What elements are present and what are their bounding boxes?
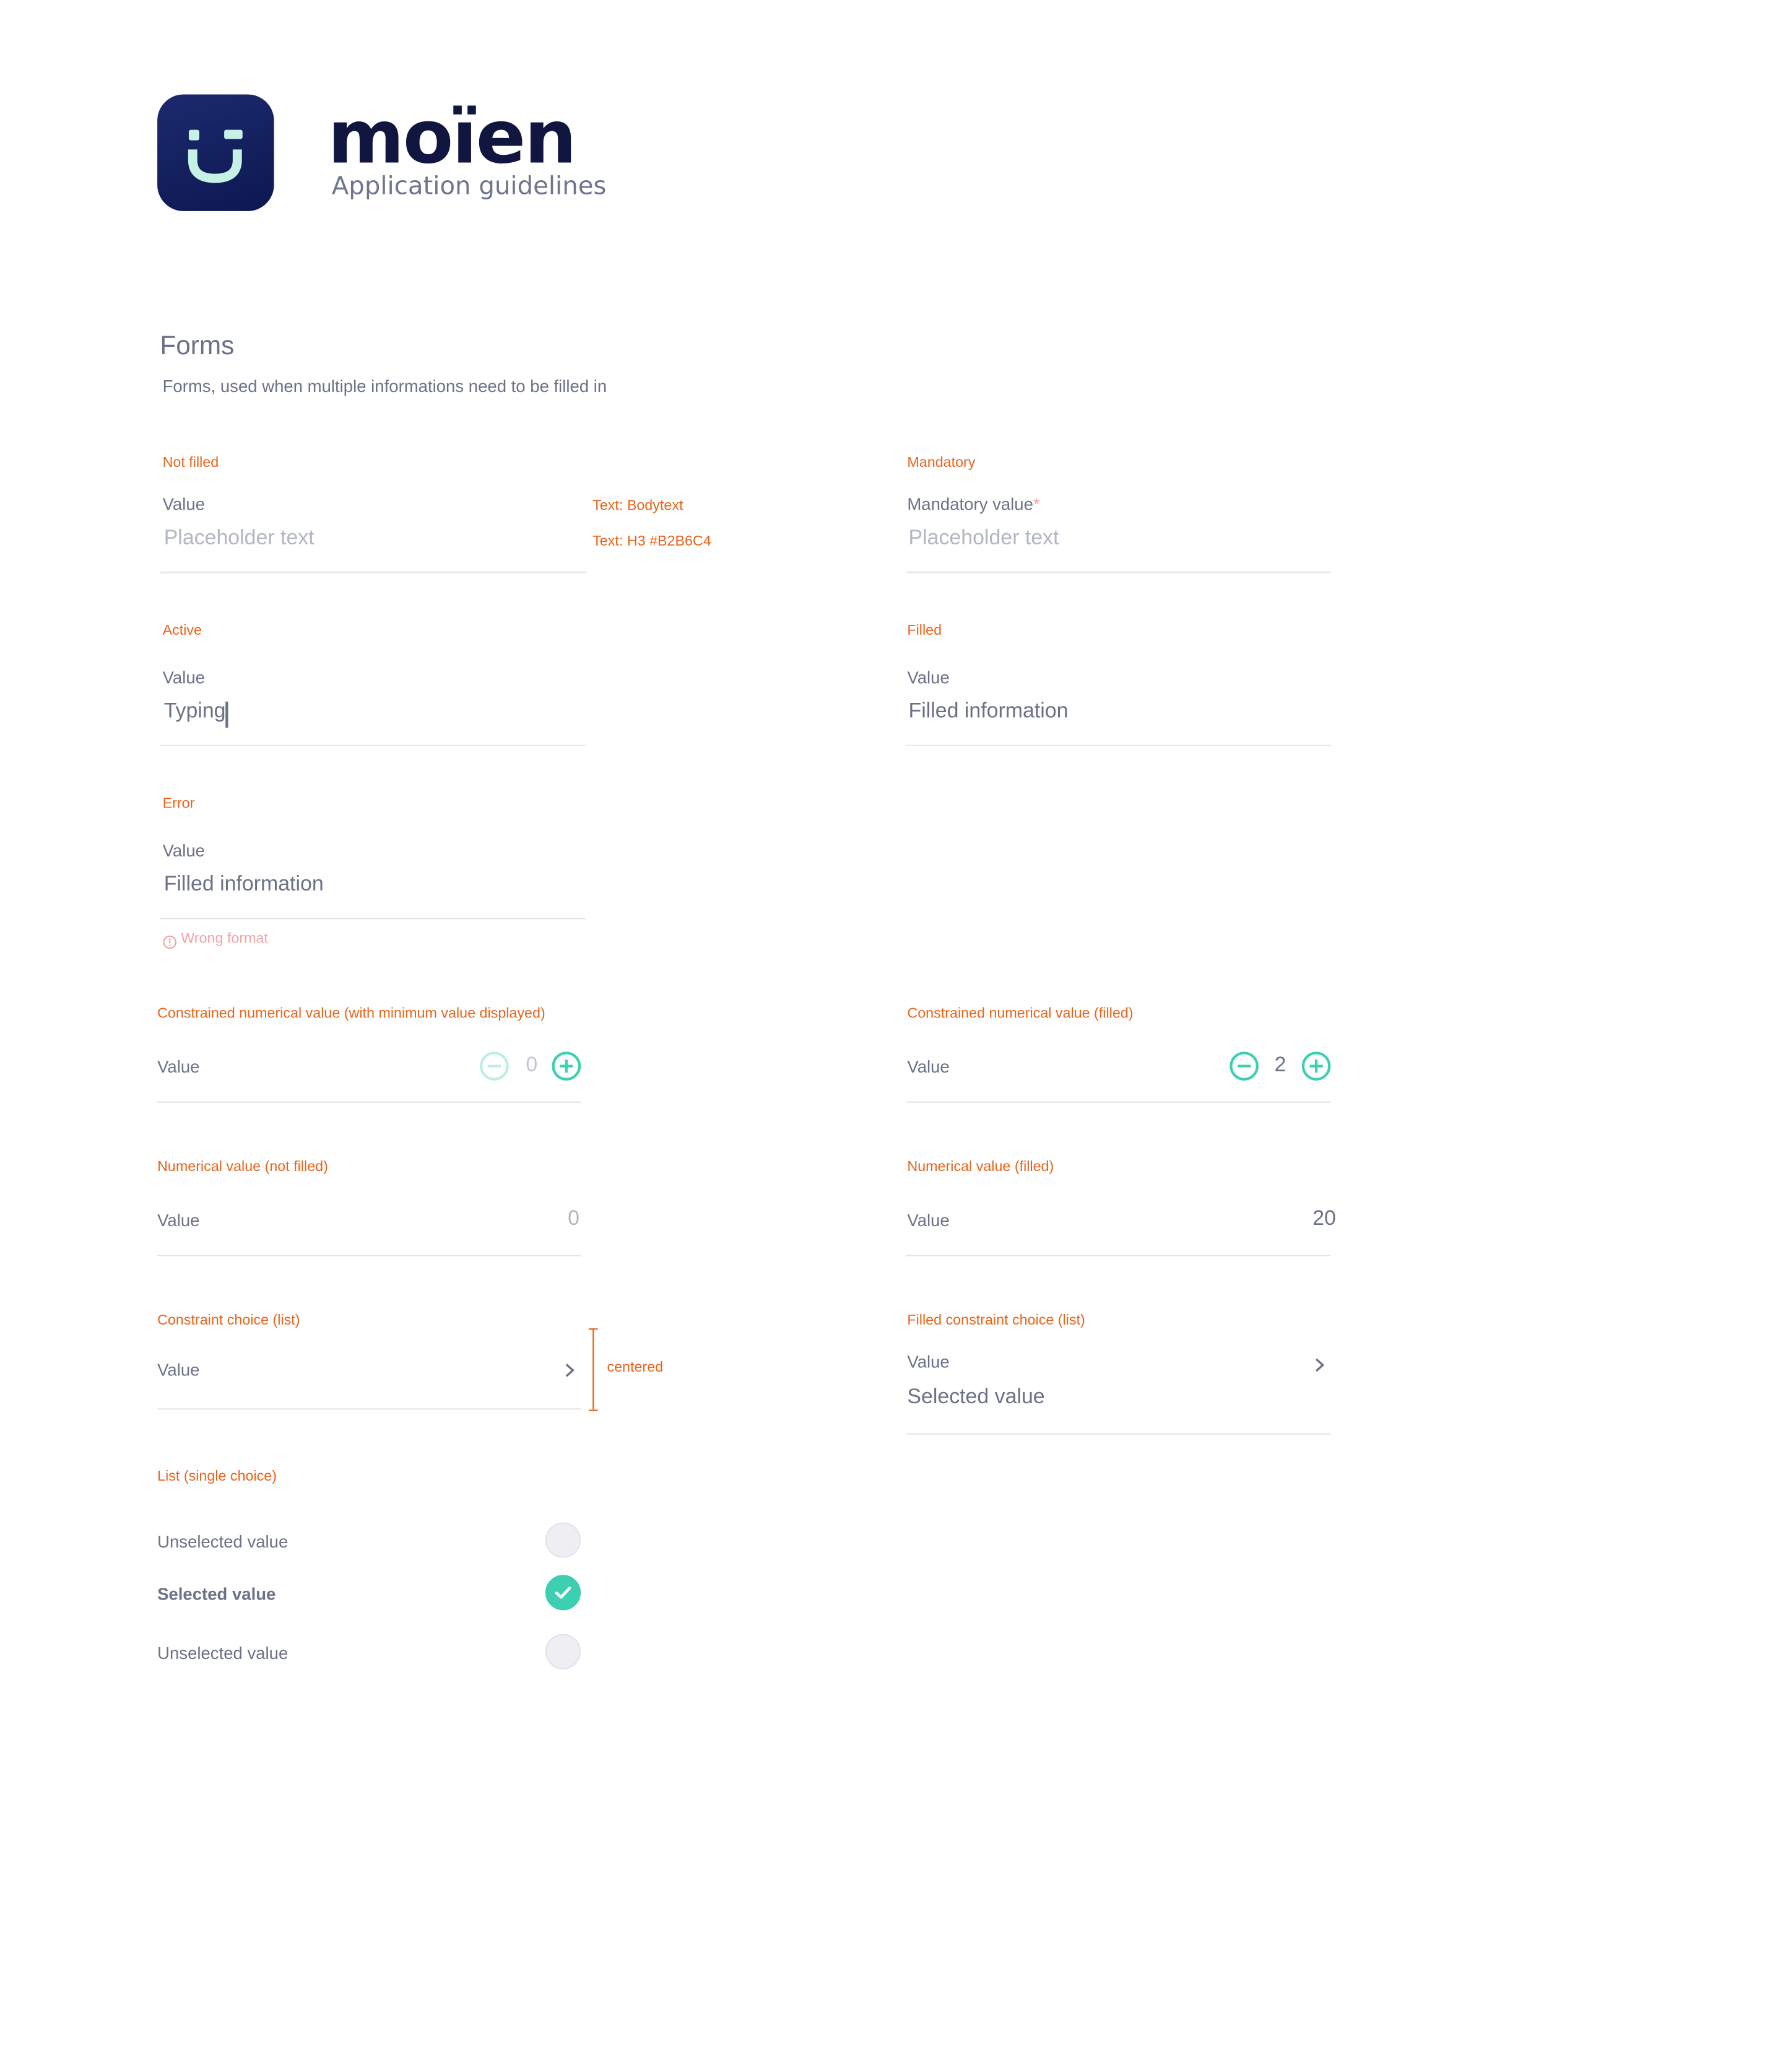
input-underline xyxy=(906,1101,1331,1103)
section-title: Forms xyxy=(160,331,235,361)
brand-subtitle: Application guidelines xyxy=(331,172,607,201)
list-item-label-selected[interactable]: Selected value xyxy=(157,1584,275,1604)
field-label: Value xyxy=(157,1210,200,1230)
centered-bracket-bottom xyxy=(588,1409,598,1411)
choice-label[interactable]: Value xyxy=(157,1360,199,1380)
info-circle-icon xyxy=(163,933,177,949)
input-underline xyxy=(157,1101,581,1103)
input-underline xyxy=(906,1255,1331,1256)
input-underline xyxy=(157,1408,581,1410)
field-label: Value xyxy=(162,840,205,861)
smiley-app-icon xyxy=(157,94,274,211)
field-label: Value xyxy=(907,1056,950,1077)
field-label: Value xyxy=(157,1056,200,1077)
stepper-value: 0 xyxy=(526,1054,538,1077)
input-underline xyxy=(157,1255,581,1256)
numeric-input-value[interactable]: 0 xyxy=(527,1208,579,1231)
list-item-label[interactable]: Unselected value xyxy=(157,1531,288,1551)
note-constraint-choice: Constraint choice (list) xyxy=(157,1312,300,1329)
centered-bracket xyxy=(592,1328,594,1411)
increment-button[interactable] xyxy=(1301,1051,1331,1081)
choice-label: Value xyxy=(907,1352,950,1372)
mandatory-asterisk: * xyxy=(1033,494,1040,515)
chevron-right-icon[interactable] xyxy=(564,1361,576,1385)
error-input-value[interactable]: Filled information xyxy=(164,873,324,897)
note-stepper-filled: Constrained numerical value (filled) xyxy=(907,1006,1134,1022)
list-item-label[interactable]: Unselected value xyxy=(157,1643,288,1663)
field-label: Value xyxy=(162,494,205,515)
field-label: Value xyxy=(162,667,205,687)
radio-selected[interactable] xyxy=(545,1575,581,1611)
state-note-mandatory: Mandatory xyxy=(907,455,976,471)
annotation-centered: centered xyxy=(607,1359,664,1376)
mandatory-label-text: Mandatory value xyxy=(907,494,1033,515)
note-numeric-filled: Numerical value (filled) xyxy=(907,1159,1054,1175)
guidelines-page: moïen Application guidelines Forms Forms… xyxy=(0,0,1783,2072)
chevron-right-icon[interactable] xyxy=(1314,1356,1325,1380)
annotation-bodytext: Text: Bodytext xyxy=(592,498,683,515)
filled-input-value[interactable]: Filled information xyxy=(908,700,1068,724)
note-stepper-min: Constrained numerical value (with minimu… xyxy=(157,1006,545,1022)
note-filled-choice: Filled constraint choice (list) xyxy=(907,1312,1085,1329)
note-list-single: List (single choice) xyxy=(157,1468,277,1485)
input-underline xyxy=(160,572,586,573)
radio-unselected[interactable] xyxy=(545,1634,581,1669)
numeric-input-value[interactable]: 20 xyxy=(1283,1208,1336,1231)
field-label-mandatory: Mandatory value* xyxy=(907,494,1039,514)
check-icon xyxy=(555,1587,571,1599)
mandatory-input-placeholder[interactable]: Placeholder text xyxy=(908,527,1059,551)
input-underline xyxy=(906,1433,1331,1435)
annotation-h3: Text: H3 #B2B6C4 xyxy=(592,533,711,550)
input-underline xyxy=(160,744,586,746)
state-note-not-filled: Not filled xyxy=(162,455,219,471)
choice-selected-value[interactable]: Selected value xyxy=(907,1386,1044,1409)
radio-unselected[interactable] xyxy=(545,1522,581,1558)
text-input-placeholder[interactable]: Placeholder text xyxy=(164,527,315,551)
field-label: Value xyxy=(907,667,950,687)
increment-button[interactable] xyxy=(552,1051,581,1081)
state-note-error: Error xyxy=(162,796,195,812)
field-label: Value xyxy=(907,1210,950,1230)
error-message: Wrong format xyxy=(181,931,268,947)
centered-bracket-top xyxy=(588,1328,598,1330)
state-note-active: Active xyxy=(162,622,202,639)
active-input-value[interactable]: Typing xyxy=(164,700,226,724)
note-numeric-not-filled: Numerical value (not filled) xyxy=(157,1159,328,1175)
section-description: Forms, used when multiple informations n… xyxy=(162,376,607,396)
stepper-value: 2 xyxy=(1274,1054,1286,1077)
input-underline xyxy=(160,918,586,920)
state-note-filled: Filled xyxy=(907,622,942,639)
input-underline xyxy=(906,744,1331,746)
input-underline xyxy=(906,572,1331,573)
text-cursor xyxy=(225,701,228,728)
